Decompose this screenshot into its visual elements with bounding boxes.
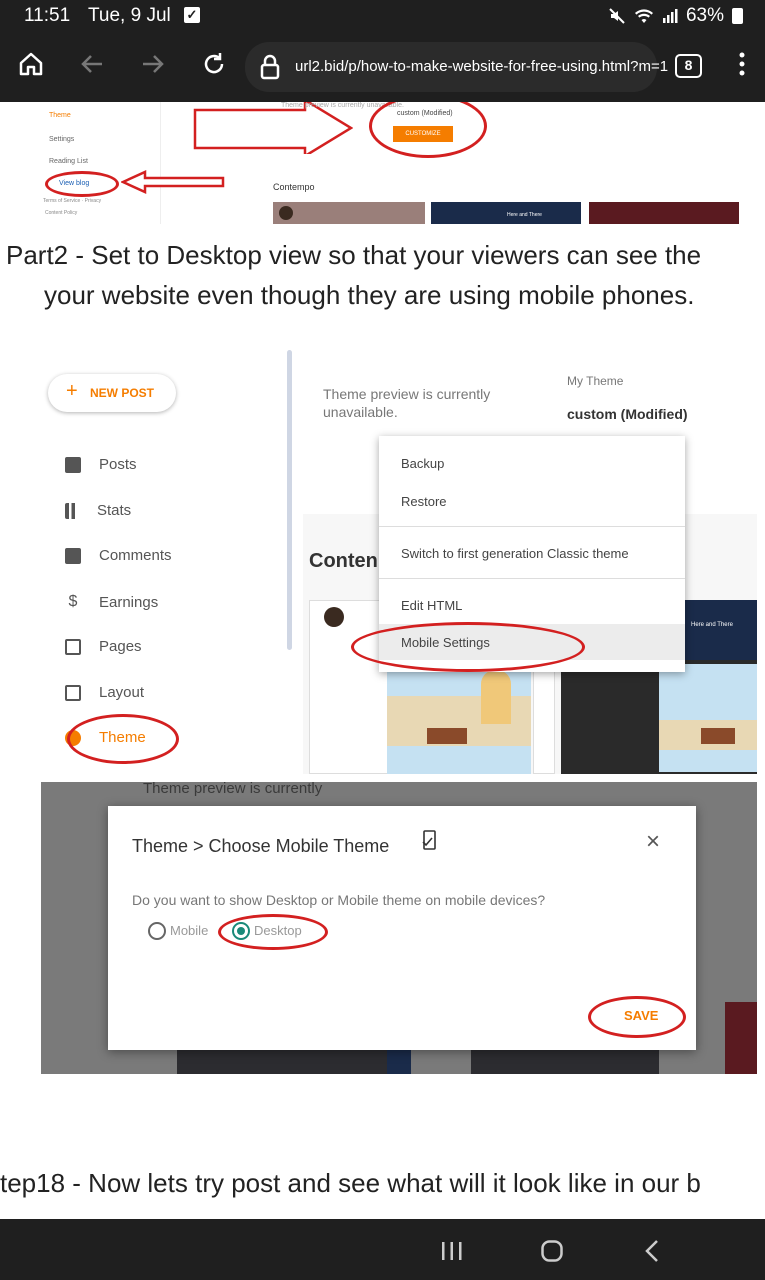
s3-highlight-desktop (218, 914, 328, 950)
s1-thumb-label: Here and There (507, 212, 542, 218)
s2-section-title: Conten (309, 550, 378, 572)
recent-apps-icon[interactable] (441, 1241, 463, 1261)
wifi-icon (634, 9, 653, 23)
s1-sidebar-theme: Theme (49, 112, 71, 119)
s2-sidebar-pages: Pages (65, 638, 142, 655)
caption-part2-line2: your website even though they are using … (44, 280, 695, 310)
s2-my-theme-label: My Theme (567, 374, 624, 388)
s1-arrow-left-icon (121, 170, 225, 194)
back-arrow-icon[interactable] (75, 47, 109, 81)
s2-preview-line2: unavailable. (323, 404, 398, 420)
s2-sidebar-stats: Stats (65, 502, 131, 519)
lock-icon (260, 54, 280, 80)
mute-icon (609, 8, 625, 24)
signal-icon (662, 9, 678, 23)
s3-option-mobile: Mobile (170, 923, 209, 938)
s1-thumb-2 (431, 202, 581, 224)
s1-sidebar-reading: Reading List (49, 158, 88, 165)
s2-sidebar-comments: Comments (65, 547, 172, 564)
forward-arrow-icon[interactable] (136, 47, 170, 81)
page-content: Theme Settings Reading List View blog Te… (0, 102, 765, 1219)
caption-part2-line1: Part2 - Set to Desktop view so that your… (6, 240, 702, 270)
s1-thumb-1 (273, 202, 425, 224)
s1-footer-links: Terms of Service · Privacy (43, 198, 102, 204)
s1-highlight-customize (369, 102, 487, 158)
s2-preview-line1: Theme preview is currently (323, 386, 491, 402)
home-icon[interactable] (14, 47, 48, 81)
android-nav-bar (0, 1219, 765, 1280)
s3-question: Do you want to show Desktop or Mobile th… (132, 892, 546, 908)
blogger-screenshot-3: Theme preview is currently Theme > Choos… (41, 782, 757, 1074)
status-date: Tue, 9 Jul (88, 5, 171, 26)
tab-count-button[interactable]: 8 (675, 54, 702, 78)
more-menu-icon[interactable] (725, 47, 759, 81)
blogger-screenshot-1: Theme Settings Reading List View blog Te… (41, 102, 757, 224)
s3-dialog-title: Theme > Choose Mobile Theme (132, 836, 390, 856)
s2-sidebar-posts: Posts (65, 456, 137, 473)
battery-percent: 63% (685, 5, 724, 26)
home-nav-icon[interactable] (540, 1239, 564, 1263)
s3-close-icon: × (646, 828, 661, 855)
s2-menu-restore: Restore (401, 494, 447, 509)
caption-step18: tep18 - Now lets try post and see what w… (0, 1168, 701, 1198)
s1-highlight-viewblog (45, 171, 119, 197)
s3-mobile-check-icon (422, 830, 436, 850)
back-nav-icon[interactable] (644, 1239, 660, 1263)
reload-icon[interactable] (197, 47, 231, 81)
s2-highlight-mobile-settings (351, 622, 585, 672)
browser-toolbar: url2.bid/p/how-to-make-website-for-free-… (0, 32, 765, 102)
s2-new-post-label: NEW POST (90, 386, 155, 400)
s3-radio-mobile (148, 922, 166, 940)
s3-highlight-save (588, 996, 686, 1038)
s1-thumb-3 (589, 202, 739, 224)
s2-sidebar-earnings: $ Earnings (68, 593, 159, 611)
url-text: url2.bid/p/how-to-make-website-for-free-… (295, 58, 669, 75)
status-time: 11:51 (24, 5, 71, 26)
s1-footer2: Content Policy (45, 210, 78, 216)
s2-new-post-button: + NEW POST (48, 374, 176, 412)
s1-arrow-right-icon (193, 102, 353, 154)
s1-avatar-1 (279, 206, 293, 220)
s2-menu-switch-classic: Switch to first generation Classic theme (401, 546, 629, 561)
s2-sidebar-layout: Layout (65, 684, 144, 701)
status-bar: 11:51 Tue, 9 Jul ✓ 63% (0, 0, 765, 32)
blogger-screenshot-2: + NEW POST Posts Stats Comments $ Earning… (41, 350, 757, 774)
s3-bg-text: Theme preview is currently (143, 782, 323, 797)
address-bar[interactable]: url2.bid/p/how-to-make-website-for-free-… (245, 42, 668, 92)
s2-theme-name: custom (Modified) (567, 406, 688, 422)
s2-menu-edit-html: Edit HTML (401, 598, 463, 613)
s2-menu-backup: Backup (401, 456, 445, 471)
s3-dialog: Theme > Choose Mobile Theme × Do you wan… (108, 806, 696, 1050)
s2-scrollbar (287, 350, 292, 650)
battery-icon (732, 8, 743, 24)
s1-section-title: Contempo (273, 182, 315, 192)
s2-highlight-theme (67, 714, 179, 764)
notification-check-icon: ✓ (184, 7, 200, 23)
status-right: 63% (608, 5, 743, 27)
s1-sidebar-settings: Settings (49, 136, 75, 143)
s2-thumb-label: Here and There (691, 622, 733, 628)
